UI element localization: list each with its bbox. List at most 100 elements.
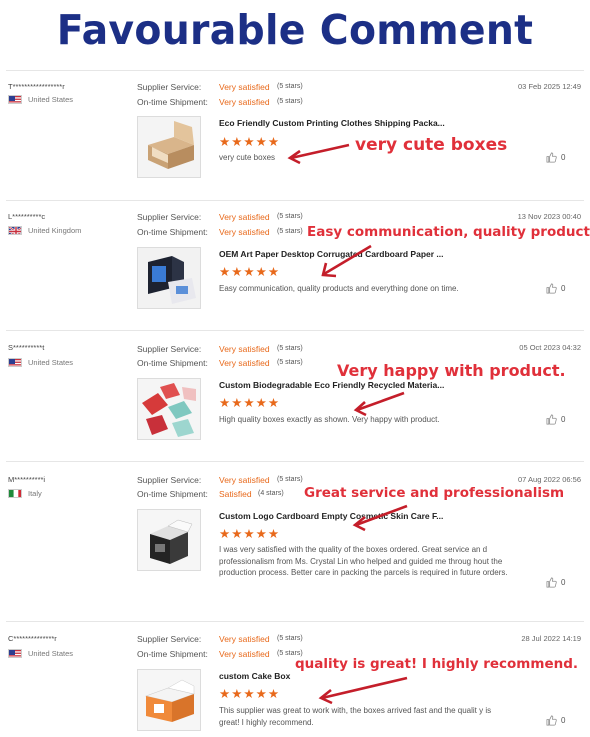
supplier-service-value: Very satisfied	[219, 475, 270, 485]
reviewer-name: S**********t	[8, 343, 45, 352]
reviewer-name: L**********c	[8, 212, 46, 221]
supplier-service-stars: (5 stars)	[277, 635, 303, 642]
like-button[interactable]: 0	[546, 577, 565, 588]
italy-flag-icon	[8, 489, 22, 498]
annotation-arrow-icon	[352, 504, 408, 532]
ontime-shipment-label: On-time Shipment:	[137, 649, 208, 659]
ontime-shipment-stars: (5 stars)	[277, 359, 303, 366]
reviewer-name: T*****************r	[8, 82, 65, 91]
ontime-shipment-label: On-time Shipment:	[137, 358, 208, 368]
thumbs-up-icon	[546, 715, 557, 726]
divider	[6, 621, 584, 622]
annotation-arrow-icon	[318, 676, 408, 705]
annotation-arrow-icon	[287, 143, 350, 165]
like-count: 0	[561, 716, 566, 725]
country-label: United States	[28, 649, 74, 658]
ontime-shipment-label: On-time Shipment:	[137, 227, 208, 237]
supplier-service-stars: (5 stars)	[277, 476, 303, 483]
ontime-shipment-stars: (5 stars)	[277, 228, 303, 235]
product-thumbnail[interactable]	[137, 669, 201, 731]
supplier-service-label: Supplier Service:	[137, 344, 202, 354]
rating-stars: ★★★★★	[219, 527, 281, 541]
supplier-service-stars: (5 stars)	[277, 345, 303, 352]
supplier-service-label: Supplier Service:	[137, 475, 202, 485]
like-count: 0	[561, 284, 566, 293]
thumbs-up-icon	[546, 283, 557, 294]
supplier-service-label: Supplier Service:	[137, 212, 202, 222]
annotation-text: Great service and professionalism	[304, 485, 565, 501]
reviewer-name: M**********i	[8, 475, 46, 484]
product-thumbnail[interactable]	[137, 378, 201, 440]
product-thumbnail[interactable]	[137, 247, 201, 309]
country-label: Italy	[28, 489, 42, 498]
rating-stars: ★★★★★	[219, 396, 281, 410]
product-title-link[interactable]: custom Cake Box	[219, 671, 290, 681]
ontime-shipment-label: On-time Shipment:	[137, 489, 208, 499]
review-date: 28 Jul 2022 14:19	[521, 634, 581, 643]
reviewer-country: United States	[8, 649, 73, 658]
product-title-link[interactable]: Eco Friendly Custom Printing Clothes Shi…	[219, 118, 445, 128]
like-count: 0	[561, 153, 566, 162]
like-button[interactable]: 0	[546, 414, 565, 425]
product-title-link[interactable]: Custom Biodegradable Eco Friendly Recycl…	[219, 380, 444, 390]
review-comment: I was very satisfied with the quality of…	[219, 545, 508, 577]
review-comment: Easy communication, quality products and…	[219, 284, 459, 293]
like-button[interactable]: 0	[546, 152, 565, 163]
supplier-service-value: Very satisfied	[219, 634, 270, 644]
reviewer-country: United States	[8, 95, 73, 104]
annotation-text: quality is great! I highly recommend.	[295, 656, 578, 672]
ontime-shipment-value: Very satisfied	[219, 358, 270, 368]
annotation-text: Easy communication, quality products	[307, 224, 590, 240]
ontime-shipment-label: On-time Shipment:	[137, 97, 208, 107]
supplier-service-value: Very satisfied	[219, 212, 270, 222]
rating-stars: ★★★★★	[219, 135, 281, 149]
rating-stars: ★★★★★	[219, 265, 281, 279]
country-label: United Kingdom	[28, 226, 82, 235]
reviewer-name: C**************r	[8, 634, 57, 643]
divider	[6, 461, 584, 462]
rating-stars: ★★★★★	[219, 687, 281, 701]
divider	[6, 330, 584, 331]
review-date: 13 Nov 2023 00:40	[517, 212, 581, 221]
supplier-service-label: Supplier Service:	[137, 634, 202, 644]
reviewer-country: Italy	[8, 489, 42, 498]
ontime-shipment-value: Satisfied	[219, 489, 252, 499]
ontime-shipment-value: Very satisfied	[219, 97, 270, 107]
annotation-text: Very happy with product.	[337, 361, 566, 380]
like-count: 0	[561, 578, 566, 587]
ontime-shipment-stars: (4 stars)	[258, 490, 284, 497]
thumbs-up-icon	[546, 152, 557, 163]
like-button[interactable]: 0	[546, 715, 565, 726]
product-thumbnail[interactable]	[137, 509, 201, 571]
uk-flag-icon	[8, 226, 22, 235]
annotation-arrow-icon	[321, 244, 372, 278]
divider	[6, 200, 584, 201]
us-flag-icon	[8, 358, 22, 367]
review-comment: This supplier was great to work with, th…	[219, 706, 492, 727]
review-date: 07 Aug 2022 06:56	[518, 475, 581, 484]
supplier-service-stars: (5 stars)	[277, 213, 303, 220]
supplier-service-value: Very satisfied	[219, 344, 270, 354]
supplier-service-label: Supplier Service:	[137, 82, 202, 92]
annotation-text: very cute boxes	[355, 135, 508, 155]
thumbs-up-icon	[546, 577, 557, 588]
annotation-arrow-icon	[353, 391, 405, 417]
review-date: 03 Feb 2025 12:49	[518, 82, 581, 91]
divider	[6, 70, 584, 71]
country-label: United States	[28, 95, 74, 104]
supplier-service-value: Very satisfied	[219, 82, 270, 92]
ontime-shipment-value: Very satisfied	[219, 649, 270, 659]
like-button[interactable]: 0	[546, 283, 565, 294]
reviewer-country: United States	[8, 358, 73, 367]
us-flag-icon	[8, 95, 22, 104]
like-count: 0	[561, 415, 566, 424]
product-thumbnail[interactable]	[137, 116, 201, 178]
country-label: United States	[28, 358, 74, 367]
review-date: 05 Oct 2023 04:32	[519, 343, 581, 352]
us-flag-icon	[8, 649, 22, 658]
ontime-shipment-stars: (5 stars)	[277, 98, 303, 105]
reviewer-country: United Kingdom	[8, 226, 81, 235]
ontime-shipment-value: Very satisfied	[219, 227, 270, 237]
thumbs-up-icon	[546, 414, 557, 425]
supplier-service-stars: (5 stars)	[277, 83, 303, 90]
